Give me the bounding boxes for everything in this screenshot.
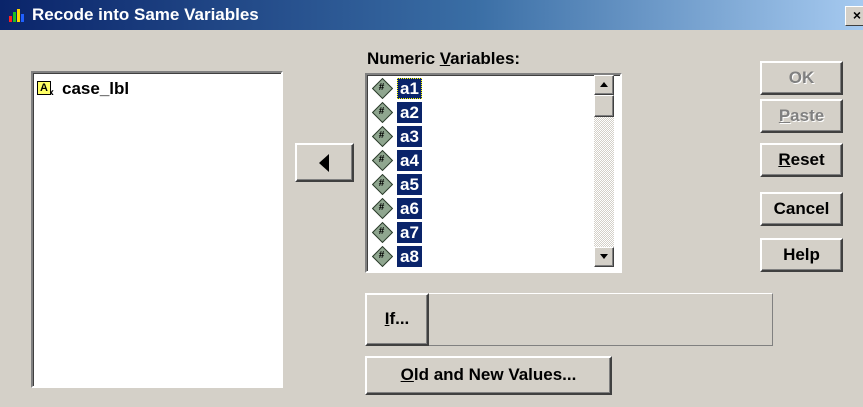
- numeric-variable-mark: #: [378, 178, 385, 189]
- list-item-label: a7: [397, 222, 422, 243]
- numeric-variable-mark: #: [378, 82, 385, 93]
- list-item[interactable]: # a4: [371, 149, 591, 173]
- list-item[interactable]: # a5: [371, 173, 591, 197]
- numeric-variables-list[interactable]: # a1 # a2 # a3 # a4 # a5 # a6 # a7 # a8: [365, 73, 622, 273]
- list-item[interactable]: # a3: [371, 125, 591, 149]
- list-item-label: a8: [397, 246, 422, 267]
- if-label-rest: f...: [389, 309, 410, 328]
- numeric-variable-mark: #: [378, 250, 385, 261]
- numeric-variable-mark: #: [378, 202, 385, 213]
- numeric-label-mnemonic: V: [439, 49, 451, 68]
- list-item-label: case_lbl: [62, 79, 130, 98]
- numeric-variable-mark: #: [378, 106, 385, 117]
- old-new-label-rest: ld and New Values...: [413, 365, 577, 384]
- list-item[interactable]: # a1: [371, 77, 591, 101]
- list-item-label: a1: [397, 78, 422, 99]
- if-button[interactable]: If...: [365, 293, 429, 346]
- old-new-mnemonic: O: [400, 365, 414, 384]
- cancel-button[interactable]: Cancel: [760, 192, 843, 226]
- move-variable-button[interactable]: [295, 143, 354, 182]
- paste-label-rest: aste: [790, 106, 825, 125]
- list-item-label: a6: [397, 198, 422, 219]
- string-variable-icon: A: [37, 81, 51, 95]
- vertical-scrollbar[interactable]: [594, 75, 614, 267]
- list-item[interactable]: # a8: [371, 245, 591, 269]
- list-item[interactable]: # a7: [371, 221, 591, 245]
- scroll-up-icon: [600, 82, 608, 87]
- ok-button[interactable]: OK: [760, 61, 843, 95]
- source-variable-list[interactable]: A ‹ case_lbl: [31, 71, 283, 388]
- list-item-label: a2: [397, 102, 422, 123]
- reset-mnemonic: R: [778, 150, 791, 169]
- numeric-label-suffix: ariables:: [450, 49, 521, 68]
- numeric-variable-mark: #: [378, 226, 385, 237]
- left-arrow-icon: [319, 154, 329, 172]
- title-bar: Recode into Same Variables ×: [0, 0, 863, 30]
- list-item-label: a4: [397, 150, 422, 171]
- old-and-new-values-button[interactable]: Old and New Values...: [365, 356, 612, 395]
- paste-mnemonic: P: [778, 106, 791, 125]
- close-icon: ×: [852, 7, 862, 23]
- list-item-label: a3: [397, 126, 422, 147]
- reset-label-rest: eset: [790, 150, 825, 169]
- numeric-variable-mark: #: [378, 130, 385, 141]
- list-item[interactable]: # a2: [371, 101, 591, 125]
- list-item-label: a5: [397, 174, 422, 195]
- list-item[interactable]: # a6: [371, 197, 591, 221]
- scroll-down-button[interactable]: [594, 247, 614, 267]
- numeric-variables-label: Numeric Variables:: [367, 49, 520, 69]
- help-button[interactable]: Help: [760, 238, 843, 272]
- close-button[interactable]: ×: [845, 6, 863, 26]
- scroll-thumb[interactable]: [594, 95, 614, 117]
- scroll-down-icon: [600, 254, 608, 259]
- string-variable-tick: ‹: [50, 85, 54, 99]
- numeric-variable-mark: #: [378, 154, 385, 165]
- scroll-up-button[interactable]: [594, 75, 614, 95]
- spss-app-icon: [9, 9, 24, 22]
- window-title: Recode into Same Variables: [32, 5, 259, 24]
- reset-button[interactable]: Reset: [760, 143, 843, 177]
- numeric-label-prefix: Numeric: [367, 49, 440, 68]
- paste-button[interactable]: Paste: [760, 99, 843, 133]
